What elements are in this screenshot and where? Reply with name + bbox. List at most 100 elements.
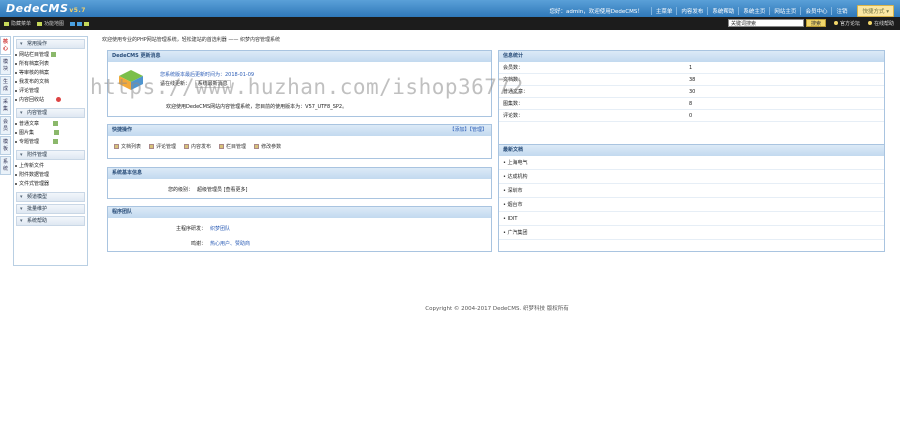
quick-op-doc-list[interactable]: 文档列表 bbox=[114, 143, 141, 150]
layout-icon-3[interactable] bbox=[84, 21, 90, 26]
tab-system[interactable]: 系统 bbox=[0, 156, 11, 175]
sidebar-item-attach-data[interactable]: 附件数据管理 bbox=[14, 171, 87, 180]
online-update-row: 请在线更新： 系统最新消息 bbox=[160, 80, 231, 88]
team-thanks-link[interactable]: 热心用户、赞助商 bbox=[210, 241, 250, 247]
stat-row: 图集数： 8 bbox=[499, 98, 884, 110]
sidebar-item-columns[interactable]: 网站栏目管理 bbox=[14, 51, 87, 60]
quick-op-publish[interactable]: 内容发布 bbox=[184, 143, 211, 150]
tab-templates[interactable]: 模板 bbox=[0, 136, 11, 155]
mascot-icon bbox=[119, 70, 143, 90]
news-panel-title: DedeCMS 更新消息 bbox=[108, 51, 491, 62]
sidebar-item-all-docs[interactable]: 所有档案列表 bbox=[14, 60, 87, 69]
sidebar-item-my-docs[interactable]: 我发布的文档 bbox=[14, 78, 87, 87]
sub-toolbar: 隐藏菜单 功能地图 搜索 官方论坛 在线帮助 bbox=[0, 17, 900, 30]
help-icon bbox=[867, 21, 872, 25]
quick-ops-title: 快捷操作 【添加】【管理】 bbox=[108, 125, 491, 136]
latest-docs-title: 最新文档 bbox=[499, 145, 884, 156]
map-icon bbox=[37, 21, 43, 26]
sysinfo-title: 系统基本信息 bbox=[108, 168, 491, 179]
team-row-dev: 主程序研发： 织梦团队 bbox=[175, 226, 231, 232]
nav-logout[interactable]: 注销 bbox=[831, 7, 851, 15]
sysinfo-level-value[interactable]: 超级管理员 [查看更多] bbox=[197, 187, 248, 193]
quick-ops-list: 文档列表 评论管理 内容发布 栏目管理 修改参数 bbox=[114, 143, 289, 150]
online-help-link[interactable]: 在线帮助 bbox=[867, 20, 894, 27]
footer-copyright: Copyright © 2004-2017 DedeCMS. 织梦科技 版权所有 bbox=[425, 306, 569, 312]
list-item[interactable]: • 深圳市 bbox=[499, 184, 884, 198]
settings-icon bbox=[254, 144, 260, 149]
quick-op-columns[interactable]: 栏目管理 bbox=[219, 143, 246, 150]
stat-row: 会员数： 1 bbox=[499, 62, 884, 74]
shield-icon bbox=[55, 97, 61, 102]
vertical-tabs: 核心 模块 生成 采集 会员 模板 系统 bbox=[0, 36, 12, 176]
add-icon[interactable] bbox=[53, 121, 59, 126]
team-row-thanks: 鸣谢： 热心用户、赞助商 bbox=[190, 241, 251, 247]
feature-map-button[interactable]: 功能地图 bbox=[37, 20, 64, 27]
list-item[interactable]: • 烟台市 bbox=[499, 198, 884, 212]
breadcrumb: 欢迎使用专业的PHP网站管理系统，轻松建站的首选利器 —— 织梦内容管理系统 bbox=[102, 37, 280, 43]
sidebar-section-batch[interactable]: 批量维护 bbox=[16, 204, 85, 214]
search-button[interactable]: 搜索 bbox=[805, 19, 826, 27]
add-icon[interactable] bbox=[54, 130, 60, 135]
hide-menu-button[interactable]: 隐藏菜单 bbox=[4, 20, 31, 27]
layout-icon-2[interactable] bbox=[77, 21, 83, 26]
sidebar-item-file-manager[interactable]: 文件式管理器 bbox=[14, 180, 87, 189]
sidebar-section-attachments[interactable]: 附件管理 bbox=[16, 150, 85, 160]
layout-icon-1[interactable] bbox=[70, 21, 76, 26]
comment-icon bbox=[149, 144, 155, 149]
list-item[interactable]: • IDIT bbox=[499, 212, 884, 226]
sidebar-section-help[interactable]: 系统帮助 bbox=[16, 216, 85, 226]
forum-link[interactable]: 官方论坛 bbox=[833, 20, 860, 27]
forum-icon bbox=[833, 21, 838, 25]
search-input[interactable] bbox=[727, 19, 804, 27]
tab-members[interactable]: 会员 bbox=[0, 116, 11, 135]
top-header: DedeCMSv5.7 您好：admin，欢迎使用DedeCMS！ 主菜单 内容… bbox=[0, 0, 900, 17]
team-dev-link[interactable]: 织梦团队 bbox=[210, 226, 230, 232]
team-panel: 程序团队 主程序研发： 织梦团队 鸣谢： 热心用户、赞助商 bbox=[107, 206, 492, 252]
nav-system-home[interactable]: 系统主页 bbox=[738, 7, 769, 15]
stat-row: 普通文章： 30 bbox=[499, 86, 884, 98]
stat-row: 文档数： 38 bbox=[499, 74, 884, 86]
sidebar: 常用操作 网站栏目管理 所有档案列表 等审核的档案 我发布的文档 评论管理 内容… bbox=[13, 36, 88, 266]
sidebar-item-articles[interactable]: 普通文章 bbox=[14, 120, 87, 129]
sidebar-item-topics[interactable]: 专题管理 bbox=[14, 138, 87, 147]
hide-menu-icon bbox=[4, 21, 9, 26]
publish-icon bbox=[184, 144, 190, 149]
sidebar-section-common[interactable]: 常用操作 bbox=[16, 39, 85, 49]
team-title: 程序团队 bbox=[108, 207, 491, 218]
tab-core[interactable]: 核心 bbox=[0, 36, 11, 55]
sysinfo-level-row: 您的级别： 超级管理员 [查看更多] bbox=[168, 187, 248, 193]
version-text: 欢迎使用DedeCMS网站内容管理系统，您目前的使用版本为：V57_UTF8_S… bbox=[166, 104, 348, 110]
sidebar-section-content[interactable]: 内容管理 bbox=[16, 108, 85, 118]
main-content: 欢迎使用专业的PHP网站管理系统，轻松建站的首选利器 —— 织梦内容管理系统 D… bbox=[102, 36, 892, 312]
nav-help[interactable]: 系统帮助 bbox=[707, 7, 738, 15]
add-icon[interactable] bbox=[53, 139, 59, 144]
tab-generate[interactable]: 生成 bbox=[0, 76, 11, 95]
top-nav: 您好：admin，欢迎使用DedeCMS！ 主菜单 内容发布 系统帮助 系统主页… bbox=[550, 5, 894, 17]
tab-collect[interactable]: 采集 bbox=[0, 96, 11, 115]
sidebar-item-recycle[interactable]: 内容回收站 bbox=[14, 96, 87, 105]
list-item[interactable]: • 上海电气 bbox=[499, 156, 884, 170]
nav-site-home[interactable]: 网站主页 bbox=[769, 7, 800, 15]
quick-ops-add-manage-link[interactable]: 【添加】【管理】 bbox=[449, 125, 487, 136]
nav-main-menu[interactable]: 主菜单 bbox=[650, 7, 677, 15]
quick-op-comments[interactable]: 评论管理 bbox=[149, 143, 176, 150]
tab-modules[interactable]: 模块 bbox=[0, 56, 11, 75]
welcome-text: 您好：admin，欢迎使用DedeCMS！ bbox=[549, 9, 643, 15]
update-time-text: 您系统版本最后更新时间为：2018-01-09 bbox=[160, 72, 255, 78]
nav-publish[interactable]: 内容发布 bbox=[676, 7, 707, 15]
sidebar-item-gallery[interactable]: 图片集 bbox=[14, 129, 87, 138]
quick-op-params[interactable]: 修改参数 bbox=[254, 143, 281, 150]
sidebar-item-upload[interactable]: 上传新文件 bbox=[14, 162, 87, 171]
list-item[interactable]: • 广汽集团 bbox=[499, 226, 884, 240]
sidebar-item-comments[interactable]: 评论管理 bbox=[14, 87, 87, 96]
nav-member-center[interactable]: 会员中心 bbox=[800, 7, 831, 15]
quick-menu-button[interactable]: 快捷方式 ▾ bbox=[857, 5, 894, 17]
latest-news-link[interactable]: 系统最新消息 bbox=[194, 80, 231, 88]
add-icon[interactable] bbox=[51, 52, 57, 57]
quick-ops-panel: 快捷操作 【添加】【管理】 文档列表 评论管理 内容发布 栏目管理 修改参数 bbox=[107, 124, 492, 159]
columns-icon bbox=[219, 144, 225, 149]
sidebar-item-pending[interactable]: 等审核的档案 bbox=[14, 69, 87, 78]
sidebar-section-channel[interactable]: 频道模型 bbox=[16, 192, 85, 202]
list-item[interactable]: • 达成机构 bbox=[499, 170, 884, 184]
layout-switcher[interactable] bbox=[70, 21, 91, 26]
